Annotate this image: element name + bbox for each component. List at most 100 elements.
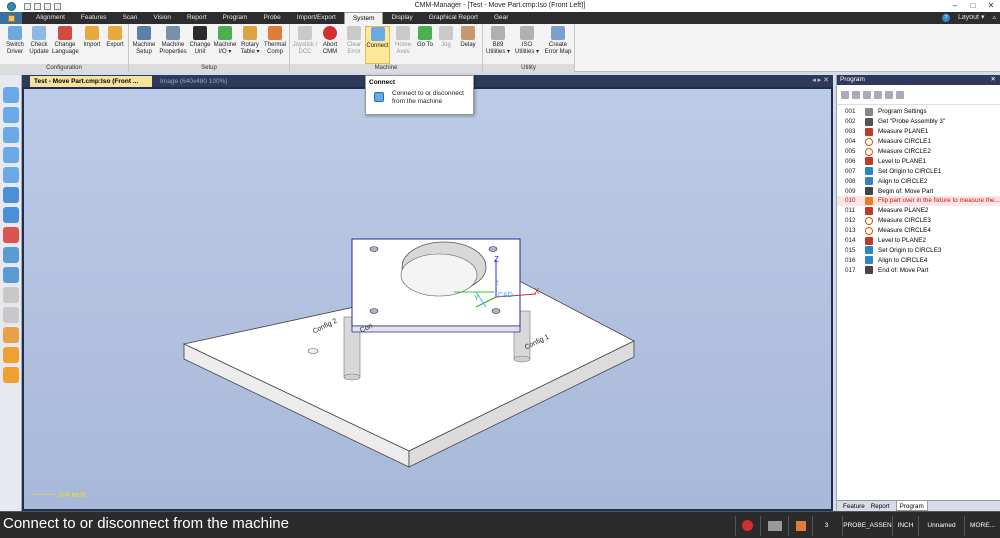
- undo-icon[interactable]: [54, 2, 61, 10]
- change-unit-button[interactable]: Change Unit: [189, 26, 211, 64]
- program-step[interactable]: 001 Program Settings: [837, 107, 1000, 117]
- run-icon[interactable]: [841, 90, 849, 99]
- program-step[interactable]: 016 Align to CIRCLE4: [837, 255, 1000, 265]
- delay-button[interactable]: Delay: [457, 26, 479, 64]
- unit-indicator[interactable]: INCH: [892, 516, 918, 536]
- jog-button[interactable]: Jog: [436, 26, 456, 64]
- clear-error-button[interactable]: Clear Error: [343, 26, 365, 64]
- program-step[interactable]: 006 Level to PLANE1: [837, 156, 1000, 166]
- tab-import-export[interactable]: Import/Export: [289, 12, 344, 24]
- program-step[interactable]: 005 Measure CIRCLE2: [837, 147, 1000, 157]
- close-icon[interactable]: ✕: [982, 0, 1000, 12]
- program-step[interactable]: 003 Measure PLANE1: [837, 127, 1000, 137]
- machine-icon[interactable]: [760, 516, 788, 536]
- zoom-fit-icon[interactable]: [3, 147, 19, 163]
- maximize-icon[interactable]: □: [964, 0, 982, 12]
- tab-feature[interactable]: Feature: [843, 501, 865, 511]
- program-step[interactable]: 012 Measure CIRCLE3: [837, 216, 1000, 226]
- program-step[interactable]: 010 Flip part over in the fixture to meas…: [837, 196, 1000, 206]
- doc-tab-image[interactable]: Image (640x480 100%): [156, 76, 246, 87]
- import-button[interactable]: Import: [81, 26, 103, 64]
- doc-tab-controls[interactable]: ◂ ▸ ✕: [812, 76, 829, 84]
- tab-report[interactable]: Report: [179, 12, 215, 24]
- create-error-map-button[interactable]: Create Error Map: [543, 26, 573, 64]
- tab-graphical-report[interactable]: Graphical Report: [421, 12, 486, 24]
- rotate-axis-icon[interactable]: [3, 227, 19, 243]
- minimize-icon[interactable]: –: [946, 0, 964, 12]
- shaded-icon[interactable]: [3, 347, 19, 363]
- more-button[interactable]: MORE...: [964, 516, 1000, 536]
- new-icon[interactable]: [24, 2, 31, 10]
- machine-properties-button[interactable]: Machine Properties: [158, 26, 188, 64]
- program-step[interactable]: 017 End of: Move Part: [837, 265, 1000, 275]
- tab-program[interactable]: Program: [215, 12, 256, 24]
- solid-icon[interactable]: [3, 367, 19, 383]
- probe-status-icon[interactable]: [788, 516, 812, 536]
- emergency-stop-icon[interactable]: [735, 516, 759, 536]
- check-update-button[interactable]: Check Update: [28, 26, 50, 64]
- tab-alignment[interactable]: Alignment: [28, 12, 73, 24]
- doc-tab-active[interactable]: Test - Move Part.cmp:Iso (Front ...: [30, 76, 152, 87]
- machine-setup-button[interactable]: Machine Setup: [132, 26, 156, 64]
- program-step[interactable]: 013 Measure CIRCLE4: [837, 226, 1000, 236]
- help-icon[interactable]: ?: [941, 14, 950, 22]
- program-step[interactable]: 015 Set Origin to CIRCLE3: [837, 245, 1000, 255]
- tab-vision[interactable]: Vision: [145, 12, 179, 24]
- tab-scan[interactable]: Scan: [115, 12, 146, 24]
- app-logo-icon[interactable]: [0, 0, 22, 12]
- b89-utilities-button[interactable]: B89 Utilities ▾: [485, 26, 511, 64]
- abort-cmm-button[interactable]: Abort CMM: [319, 26, 341, 64]
- program-step[interactable]: 002 Get "Probe Assembly 3": [837, 117, 1000, 127]
- program-step[interactable]: 011 Measure PLANE2: [837, 206, 1000, 216]
- zoom-selected-icon[interactable]: [3, 267, 19, 283]
- panel-close-icon[interactable]: ✕: [991, 75, 996, 85]
- zoom-all-icon[interactable]: [3, 167, 19, 183]
- active-probe[interactable]: PROBE_ASSEN: [842, 516, 892, 536]
- zoom-window-icon[interactable]: [3, 127, 19, 143]
- shaded-edges-icon[interactable]: [3, 327, 19, 343]
- program-step[interactable]: 008 Align to CIRCLE2: [837, 176, 1000, 186]
- coordinate-frame[interactable]: Unnamed: [918, 516, 964, 536]
- hidden-line-icon[interactable]: [3, 307, 19, 323]
- program-step[interactable]: 004 Measure CIRCLE1: [837, 137, 1000, 147]
- layout-menu[interactable]: Layout ▾: [958, 12, 985, 24]
- pan-icon[interactable]: [3, 187, 19, 203]
- home-axes-button[interactable]: Home Axes: [392, 26, 414, 64]
- tab-gear[interactable]: Gear: [486, 12, 516, 24]
- program-step[interactable]: 007 Set Origin to CIRCLE1: [837, 166, 1000, 176]
- joystick-dcc-button[interactable]: Joystick / DCC: [292, 26, 318, 64]
- view-select-icon[interactable]: [3, 247, 19, 263]
- thermal-comp-button[interactable]: Thermal Comp: [263, 26, 287, 64]
- tab-features[interactable]: Features: [73, 12, 115, 24]
- step-over-icon[interactable]: [885, 90, 893, 99]
- pause-icon[interactable]: [863, 90, 871, 99]
- go-to-button[interactable]: Go To: [415, 26, 435, 64]
- step-icon[interactable]: [852, 90, 860, 99]
- file-menu-icon[interactable]: [0, 12, 22, 24]
- change-language-button[interactable]: Change Language: [52, 26, 79, 64]
- tab-report-panel[interactable]: Report: [871, 501, 890, 511]
- tab-probe[interactable]: Probe: [255, 12, 288, 24]
- export-button[interactable]: Export: [104, 26, 126, 64]
- minimize-ribbon-icon[interactable]: ▵: [992, 12, 996, 24]
- rotary-table-button[interactable]: Rotary Table ▾: [238, 26, 262, 64]
- stop-icon[interactable]: [874, 90, 882, 99]
- wireframe-icon[interactable]: [3, 287, 19, 303]
- save-icon[interactable]: [44, 2, 51, 10]
- begin-icon: [865, 187, 873, 196]
- connect-button[interactable]: Connect: [365, 26, 390, 64]
- tab-system[interactable]: System: [343, 12, 384, 24]
- tab-display[interactable]: Display: [383, 12, 420, 24]
- open-icon[interactable]: [34, 2, 41, 10]
- program-step[interactable]: 014 Level to PLANE2: [837, 236, 1000, 246]
- zoom-out-icon[interactable]: [3, 107, 19, 123]
- tab-program-panel[interactable]: Program: [895, 501, 928, 511]
- rotate-icon[interactable]: [3, 207, 19, 223]
- cad-viewport[interactable]: Z X Y Z CAD Config 2 Con Config 1 0.4 in…: [22, 87, 833, 511]
- machine-io-button[interactable]: Machine I/O ▾: [213, 26, 237, 64]
- zoom-in-icon[interactable]: [3, 87, 19, 103]
- breakpoint-icon[interactable]: [896, 90, 904, 99]
- switch-driver-button[interactable]: Switch Driver: [4, 26, 26, 64]
- program-step[interactable]: 009 Begin of: Move Part: [837, 186, 1000, 196]
- iso-utilities-button[interactable]: ISO Utilities ▾: [514, 26, 540, 64]
